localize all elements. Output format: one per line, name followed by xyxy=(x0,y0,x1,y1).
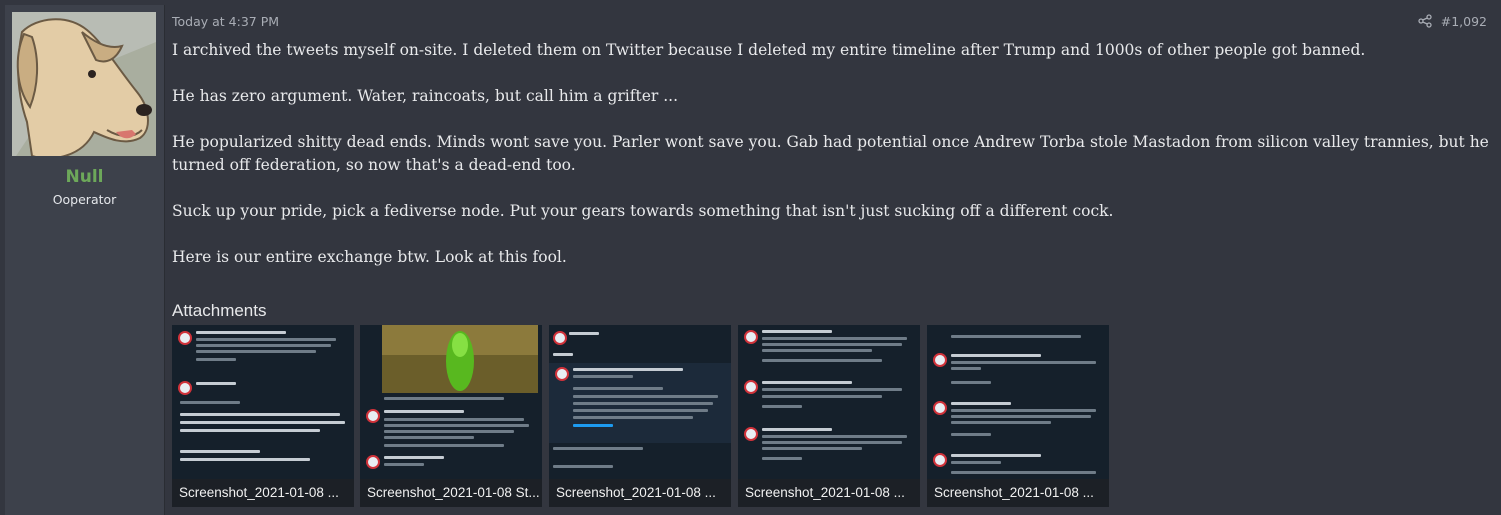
dog-avatar-icon xyxy=(12,12,156,156)
username[interactable]: Null xyxy=(5,167,164,187)
attachment-caption: Screenshot_2021-01-08 ... xyxy=(172,479,354,507)
forum-post: Null Ooperator Today at 4:37 PM #1,092 I… xyxy=(0,0,1501,515)
attachment-caption: Screenshot_2021-01-08 ... xyxy=(738,479,920,507)
post-number[interactable]: #1,092 xyxy=(1441,14,1487,29)
post-main: Today at 4:37 PM #1,092 I archived the t… xyxy=(165,5,1496,515)
post-timestamp[interactable]: Today at 4:37 PM xyxy=(172,14,279,29)
post-body: I archived the tweets myself on-site. I … xyxy=(172,39,1490,292)
user-title: Ooperator xyxy=(52,192,117,207)
post-paragraph: He has zero argument. Water, raincoats, … xyxy=(172,87,678,105)
attachment-thumbnail[interactable]: Screenshot_2021-01-08 ... xyxy=(738,325,920,507)
attachments-heading: Attachments xyxy=(172,301,267,320)
attachment-caption: Screenshot_2021-01-08 ... xyxy=(927,479,1109,507)
post-paragraph: He popularized shitty dead ends. Minds w… xyxy=(172,133,1489,174)
attachment-thumbnail[interactable]: Screenshot_2021-01-08 ... xyxy=(927,325,1109,507)
avatar[interactable] xyxy=(12,12,156,156)
attachment-thumbnail[interactable]: Screenshot_2021-01-08 ... xyxy=(172,325,354,507)
post-paragraph: Here is our entire exchange btw. Look at… xyxy=(172,248,567,266)
share-icon[interactable] xyxy=(1418,14,1432,28)
attachment-thumbnail[interactable]: Screenshot_2021-01-08 St... xyxy=(360,325,542,507)
post-paragraph: I archived the tweets myself on-site. I … xyxy=(172,41,1366,59)
attachment-caption: Screenshot_2021-01-08 St... xyxy=(360,479,542,507)
user-info-column: Null Ooperator xyxy=(5,5,165,515)
attachment-image xyxy=(382,325,538,393)
attachment-thumbnail[interactable]: Screenshot_2021-01-08 ... xyxy=(549,325,731,507)
post-paragraph: Suck up your pride, pick a fediverse nod… xyxy=(172,202,1114,220)
attachment-caption: Screenshot_2021-01-08 ... xyxy=(549,479,731,507)
